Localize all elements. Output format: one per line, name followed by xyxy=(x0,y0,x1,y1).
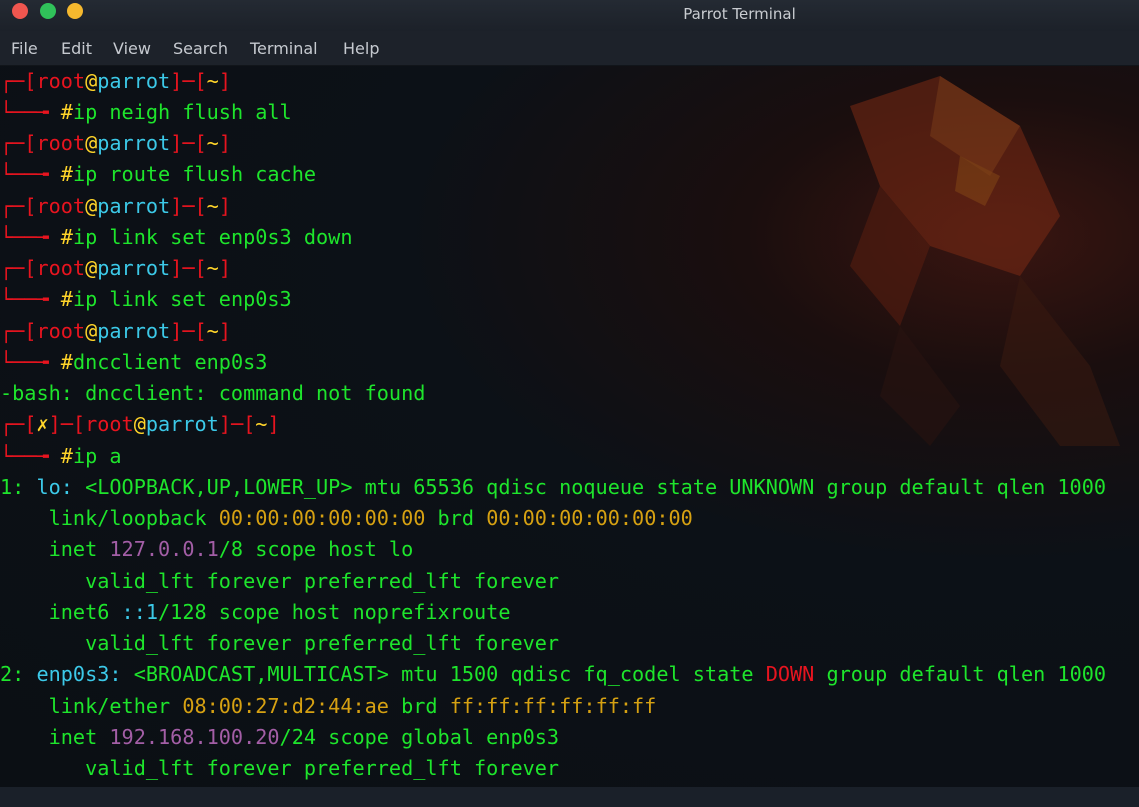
output-line: valid_lft forever preferred_lft forever xyxy=(0,631,560,655)
window-title: Parrot Terminal xyxy=(683,5,796,23)
menu-help[interactable]: Help xyxy=(343,39,379,58)
command-line: └──╼ #ip link set enp0s3 xyxy=(0,287,292,311)
command-line: └──╼ #ip route flush cache xyxy=(0,162,317,186)
prompt-line: ┌─[root@parrot]─[~] xyxy=(0,69,231,93)
menu-file[interactable]: File xyxy=(11,39,38,58)
terminal-output-area[interactable]: ┌─[root@parrot]─[~] └──╼ #ip neigh flush… xyxy=(0,66,1139,787)
menu-bar: File Edit View Search Terminal Help xyxy=(0,31,1139,66)
bottom-panel xyxy=(0,787,1139,807)
output-line: link/loopback 00:00:00:00:00:00 brd 00:0… xyxy=(0,506,693,530)
command-line: └──╼ #dncclient enp0s3 xyxy=(0,350,268,374)
output-line: valid_lft forever preferred_lft forever xyxy=(0,569,560,593)
prompt-line: ┌─[root@parrot]─[~] xyxy=(0,319,231,343)
output-line: valid_lft forever preferred_lft forever xyxy=(0,756,560,780)
menu-edit[interactable]: Edit xyxy=(61,39,92,58)
title-bar[interactable]: Parrot Terminal xyxy=(0,0,1139,31)
output-line: inet 192.168.100.20/24 scope global enp0… xyxy=(0,725,560,749)
command-line: └──╼ #ip neigh flush all xyxy=(0,100,292,124)
prompt-line: ┌─[root@parrot]─[~] xyxy=(0,256,231,280)
prompt-line-error: ┌─[✗]─[root@parrot]─[~] xyxy=(0,412,280,436)
output-line: 2: enp0s3: <BROADCAST,MULTICAST> mtu 150… xyxy=(0,662,1107,686)
prompt-line: ┌─[root@parrot]─[~] xyxy=(0,131,231,155)
command-line: └──╼ #ip link set enp0s3 down xyxy=(0,225,353,249)
command-line: └──╼ #ip a xyxy=(0,444,122,468)
output-line: 1: lo: <LOOPBACK,UP,LOWER_UP> mtu 65536 … xyxy=(0,475,1107,499)
error-output-line: -bash: dncclient: command not found xyxy=(0,381,426,405)
menu-terminal[interactable]: Terminal xyxy=(250,39,318,58)
terminal-window: Parrot Terminal File Edit View Search Te… xyxy=(0,0,1139,807)
output-line: inet6 ::1/128 scope host noprefixroute xyxy=(0,600,511,624)
menu-view[interactable]: View xyxy=(113,39,151,58)
output-line: link/ether 08:00:27:d2:44:ae brd ff:ff:f… xyxy=(0,694,657,718)
prompt-line: ┌─[root@parrot]─[~] xyxy=(0,194,231,218)
menu-search[interactable]: Search xyxy=(173,39,228,58)
output-line: inet 127.0.0.1/8 scope host lo xyxy=(0,537,414,561)
